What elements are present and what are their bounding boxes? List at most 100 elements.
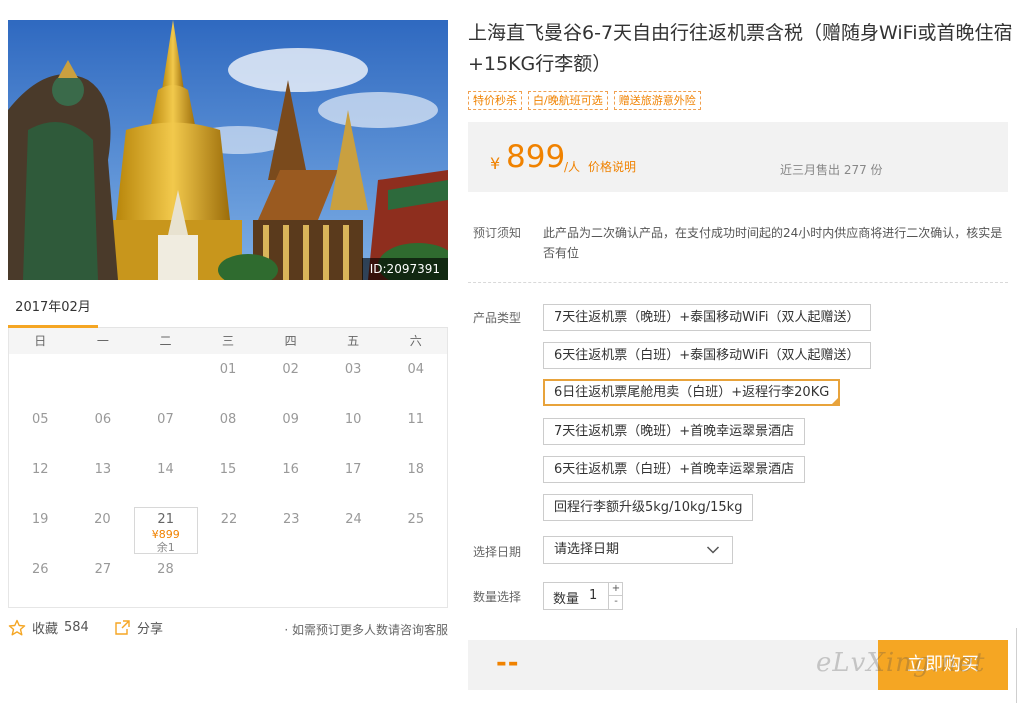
calendar-day: 14 (157, 462, 174, 477)
calendar-day: 11 (407, 412, 425, 427)
weekday: 四 (284, 334, 297, 348)
promo-tag: 特价秒杀 (468, 91, 522, 110)
price-amount: 899 (506, 139, 566, 175)
quantity-label: 数量选择 (473, 590, 522, 604)
calendar-day: 05 (32, 412, 49, 427)
price-panel: ¥ 899 /人 价格说明 近三月售出 277 份 (468, 122, 1008, 192)
product-type-option[interactable]: 回程行李额升级5kg/10kg/15kg (543, 494, 754, 521)
product-actions: 收藏 584 分享 · 如需预订更多人数请咨询客服 (8, 618, 448, 640)
calendar-day: 25 (407, 512, 425, 527)
weekday: 三 (222, 334, 235, 348)
quantity-increase-button[interactable]: + (608, 583, 623, 596)
chevron-down-icon (706, 546, 720, 554)
edge-divider (1016, 628, 1017, 703)
calendar-day: 09 (282, 412, 299, 427)
calendar-day: 01 (219, 362, 237, 377)
calendar-weekdays: 日 一 二 三 四 五 六 (9, 328, 447, 354)
weekday: 一 (96, 334, 109, 348)
calendar-day-available[interactable]: 21 ¥899 余1 (133, 507, 198, 554)
price-currency: ¥ (490, 154, 501, 173)
product-title: 上海直飞曼谷6-7天自由行往返机票含税（赠随身WiFi或首晚住宿+15KG行李额… (468, 22, 1013, 75)
calendar-day: 28 (157, 562, 174, 577)
calendar-day: 06 (94, 412, 112, 427)
product-type-option[interactable]: 6天往返机票（白班）+泰国移动WiFi（双人起赠送） (543, 342, 871, 369)
promo-tag: 赠送旅游意外险 (613, 91, 701, 110)
date-select-placeholder: 请选择日期 (554, 542, 620, 557)
share-label: 分享 (137, 622, 164, 637)
calendar: 日 一 二 三 四 五 六 01 02 03 04 05 06 07 08 09… (8, 328, 448, 608)
calendar-day-empty (72, 354, 135, 404)
promo-tags: 特价秒杀 白/晚航班可选 赠送旅游意外险 (468, 91, 701, 110)
calendar-day-empty (259, 554, 322, 604)
date-label: 选择日期 (473, 545, 522, 559)
calendar-day-number: 21 (157, 512, 174, 527)
calendar-day-empty (384, 554, 447, 604)
divider (468, 282, 1008, 283)
quantity-value[interactable]: 1 (589, 588, 597, 603)
quantity-text: 数量 (553, 592, 580, 607)
calendar-day: 10 (344, 412, 362, 427)
product-type-label: 产品类型 (473, 311, 522, 325)
calendar-week: 26 27 28 (9, 554, 447, 604)
calendar-day-empty (9, 354, 72, 404)
calendar-day: 19 (31, 512, 49, 527)
favorite-button[interactable]: 收藏 584 (8, 618, 89, 637)
product-type-option[interactable]: 7天往返机票（晚班）+泰国移动WiFi（双人起赠送） (543, 304, 871, 331)
calendar-day: 15 (219, 462, 237, 477)
price-explanation-link[interactable]: 价格说明 (588, 158, 636, 175)
calendar-day: 08 (219, 412, 237, 427)
product-photo: ID:2097391 (8, 20, 448, 280)
share-button[interactable]: 分享 (114, 618, 163, 637)
calendar-day: 26 (32, 562, 49, 577)
calendar-day: 24 (345, 512, 362, 527)
calendar-week: 19 20 21 ¥899 余1 22 23 24 25 (9, 504, 447, 554)
quantity-decrease-button[interactable]: - (608, 596, 623, 609)
order-total: -- (496, 648, 520, 678)
date-select[interactable]: 请选择日期 (543, 536, 733, 564)
calendar-day-empty (322, 554, 385, 604)
sales-count: 近三月售出 277 份 (780, 163, 883, 177)
share-icon (115, 620, 130, 635)
weekday: 五 (347, 334, 360, 348)
calendar-day-empty (134, 354, 197, 404)
calendar-header: 2017年02月 (8, 292, 448, 328)
calendar-day: 04 (407, 362, 425, 377)
temple-illustration (8, 20, 448, 280)
calendar-day: 02 (282, 362, 299, 377)
calendar-week: 05 06 07 08 09 10 11 (9, 404, 447, 454)
calendar-day: 13 (94, 462, 112, 477)
calendar-day: 22 (220, 512, 238, 527)
calendar-month-tab[interactable]: 2017年02月 (8, 292, 98, 328)
calendar-day: 18 (407, 462, 425, 477)
price-unit: /人 (564, 160, 581, 174)
calendar-day-price: ¥899 (151, 528, 180, 541)
consult-note[interactable]: · 如需预订更多人数请咨询客服 (284, 621, 448, 638)
product-type-option-selected[interactable]: 6日往返机票尾舱甩卖（白班）+返程行李20KG (543, 379, 841, 406)
promo-tag: 白/晚航班可选 (528, 91, 608, 110)
notice-label: 预订须知 (473, 226, 522, 240)
calendar-day: 03 (344, 362, 362, 377)
calendar-day: 07 (157, 412, 174, 427)
notice-text: 此产品为二次确认产品，在支付成功时间起的24小时内供应商将进行二次确认，核实是否… (543, 226, 1003, 260)
product-type-option[interactable]: 7天往返机票（晚班）+首晚幸运翠景酒店 (543, 418, 806, 445)
favorite-label: 收藏 (32, 622, 59, 637)
calendar-week: 01 02 03 04 (9, 354, 447, 404)
favorite-count: 584 (64, 620, 89, 635)
buy-now-button[interactable]: 立即购买 (878, 640, 1008, 690)
weekday: 六 (409, 334, 422, 348)
star-icon (8, 619, 26, 636)
calendar-day-empty (197, 554, 260, 604)
calendar-day: 27 (94, 562, 112, 577)
calendar-week: 12 13 14 15 16 17 18 (9, 454, 447, 504)
order-bar: -- 立即购买 (468, 640, 1008, 690)
weekday: 二 (159, 334, 172, 348)
calendar-day: 16 (282, 462, 299, 477)
quantity-stepper: 数量 1 + - (543, 582, 623, 610)
calendar-day: 12 (32, 462, 49, 477)
calendar-day: 20 (94, 512, 111, 527)
calendar-day: 17 (344, 462, 362, 477)
product-type-option[interactable]: 6天往返机票（白班）+首晚幸运翠景酒店 (543, 456, 806, 483)
calendar-day: 23 (282, 512, 300, 527)
calendar-day-stock: 余1 (156, 541, 175, 554)
photo-id-label: ID:2097391 (361, 258, 448, 280)
